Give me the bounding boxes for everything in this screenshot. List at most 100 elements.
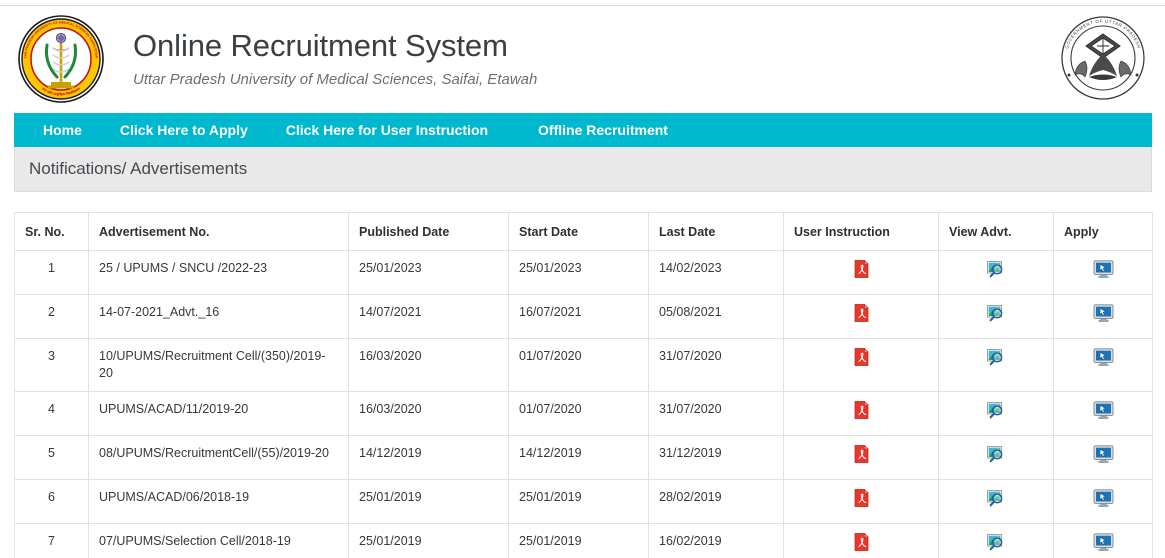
main-navigation[interactable]: Home Click Here to Apply Click Here for … xyxy=(14,113,1152,147)
column-header-start-date: Start Date xyxy=(508,212,649,251)
nav-item-click-here-for-user-instruction[interactable]: Click Here for User Instruction xyxy=(273,113,501,147)
government-of-uttar-pradesh-emblem: GOVERNMENT OF UTTAR PRADESH xyxy=(1059,13,1147,103)
cell-sr-no: 2 xyxy=(14,294,89,339)
monitor-apply-icon[interactable] xyxy=(1093,401,1114,419)
pdf-icon[interactable] xyxy=(854,303,869,322)
monitor-apply-icon[interactable] xyxy=(1093,348,1114,366)
cell-advertisement-no: 08/UPUMS/RecruitmentCell/(55)/2019-20 xyxy=(88,435,349,480)
notifications-section-bar: Notifications/ Advertisements xyxy=(14,147,1152,192)
view-magnifier-icon[interactable] xyxy=(986,489,1006,508)
table-row: 4 UPUMS/ACAD/11/2019-20 16/03/2020 01/07/20… xyxy=(14,391,1153,436)
cell-view-advt[interactable] xyxy=(938,523,1054,558)
cell-apply[interactable] xyxy=(1053,435,1153,480)
column-header-user-instruction: User Instruction xyxy=(783,212,939,251)
cell-last-date: 28/02/2019 xyxy=(648,479,784,524)
notifications-heading: Notifications/ Advertisements xyxy=(29,159,248,178)
advertisements-table: Sr. No. Advertisement No. Published Date… xyxy=(14,212,1153,558)
cell-view-advt[interactable] xyxy=(938,479,1054,524)
monitor-apply-icon[interactable] xyxy=(1093,489,1114,507)
cell-view-advt[interactable] xyxy=(938,391,1054,436)
cell-sr-no: 5 xyxy=(14,435,89,480)
cell-start-date: 01/07/2020 xyxy=(508,391,649,436)
table-body: 1 25 / UPUMS / SNCU /2022-23 25/01/2023 25/… xyxy=(14,250,1153,558)
view-magnifier-icon[interactable] xyxy=(986,260,1006,279)
page-title: Online Recruitment System xyxy=(133,28,508,63)
cell-advertisement-no: UPUMS/ACAD/06/2018-19 xyxy=(88,479,349,524)
cell-user-instruction[interactable] xyxy=(783,250,939,295)
view-magnifier-icon[interactable] xyxy=(986,401,1006,420)
table-row: 3 10/UPUMS/Recruitment Cell/(350)/2019-20… xyxy=(14,338,1153,392)
nav-item-offline-recruitment[interactable]: Offline Recruitment xyxy=(525,113,681,147)
view-magnifier-icon[interactable] xyxy=(986,348,1006,367)
cell-apply[interactable] xyxy=(1053,294,1153,339)
cell-last-date: 31/07/2020 xyxy=(648,338,784,392)
nav-item-home[interactable]: Home xyxy=(30,113,95,147)
nav-item-click-here-to-apply[interactable]: Click Here to Apply xyxy=(107,113,261,147)
cell-last-date: 16/02/2019 xyxy=(648,523,784,558)
cell-published-date: 16/03/2020 xyxy=(348,338,509,392)
cell-sr-no: 3 xyxy=(14,338,89,392)
monitor-apply-icon[interactable] xyxy=(1093,304,1114,322)
upums-university-seal-logo: UTTAR PRADESH UNIVERSITY OF MEDICAL SCIE… xyxy=(17,15,105,103)
table-row: 6 UPUMS/ACAD/06/2018-19 25/01/2019 25/01/20… xyxy=(14,479,1153,524)
cell-apply[interactable] xyxy=(1053,338,1153,392)
cell-user-instruction[interactable] xyxy=(783,479,939,524)
cell-start-date: 16/07/2021 xyxy=(508,294,649,339)
view-magnifier-icon[interactable] xyxy=(986,533,1006,552)
cell-last-date: 31/12/2019 xyxy=(648,435,784,480)
cell-advertisement-no: 14-07-2021_Advt._16 xyxy=(88,294,349,339)
cell-view-advt[interactable] xyxy=(938,250,1054,295)
cell-user-instruction[interactable] xyxy=(783,294,939,339)
cell-apply[interactable] xyxy=(1053,250,1153,295)
page-root: UTTAR PRADESH UNIVERSITY OF MEDICAL SCIE… xyxy=(0,0,1165,558)
cell-published-date: 14/07/2021 xyxy=(348,294,509,339)
cell-sr-no: 1 xyxy=(14,250,89,295)
advertisements-table-container: Sr. No. Advertisement No. Published Date… xyxy=(14,212,1153,558)
pdf-icon[interactable] xyxy=(854,532,869,551)
pdf-icon[interactable] xyxy=(854,347,869,366)
cell-advertisement-no: UPUMS/ACAD/11/2019-20 xyxy=(88,391,349,436)
cell-apply[interactable] xyxy=(1053,391,1153,436)
cell-user-instruction[interactable] xyxy=(783,523,939,558)
cell-advertisement-no: 25 / UPUMS / SNCU /2022-23 xyxy=(88,250,349,295)
column-header-published-date: Published Date xyxy=(348,212,509,251)
pdf-icon[interactable] xyxy=(854,259,869,278)
cell-published-date: 14/12/2019 xyxy=(348,435,509,480)
header-text-block: Online Recruitment System Uttar Pradesh … xyxy=(133,26,537,91)
column-header-apply: Apply xyxy=(1053,212,1153,251)
monitor-apply-icon[interactable] xyxy=(1093,260,1114,278)
cell-user-instruction[interactable] xyxy=(783,338,939,392)
cell-view-advt[interactable] xyxy=(938,294,1054,339)
table-header-row: Sr. No. Advertisement No. Published Date… xyxy=(14,212,1153,251)
cell-view-advt[interactable] xyxy=(938,338,1054,392)
table-row: 5 08/UPUMS/RecruitmentCell/(55)/2019-20 14… xyxy=(14,435,1153,480)
pdf-icon[interactable] xyxy=(854,444,869,463)
cell-start-date: 25/01/2019 xyxy=(508,523,649,558)
cell-apply[interactable] xyxy=(1053,479,1153,524)
monitor-apply-icon[interactable] xyxy=(1093,445,1114,463)
cell-published-date: 25/01/2019 xyxy=(348,523,509,558)
view-magnifier-icon[interactable] xyxy=(986,304,1006,323)
pdf-icon[interactable] xyxy=(854,488,869,507)
cell-start-date: 25/01/2019 xyxy=(508,479,649,524)
cell-published-date: 25/01/2023 xyxy=(348,250,509,295)
cell-last-date: 14/02/2023 xyxy=(648,250,784,295)
table-row: 2 14-07-2021_Advt._16 14/07/2021 16/07/2021… xyxy=(14,294,1153,339)
table-row: 1 25 / UPUMS / SNCU /2022-23 25/01/2023 25/… xyxy=(14,250,1153,295)
view-magnifier-icon[interactable] xyxy=(986,445,1006,464)
cell-published-date: 25/01/2019 xyxy=(348,479,509,524)
monitor-apply-icon[interactable] xyxy=(1093,533,1114,551)
column-header-view-advt: View Advt. xyxy=(938,212,1054,251)
cell-apply[interactable] xyxy=(1053,523,1153,558)
cell-user-instruction[interactable] xyxy=(783,391,939,436)
cell-user-instruction[interactable] xyxy=(783,435,939,480)
pdf-icon[interactable] xyxy=(854,400,869,419)
column-header-sr-no: Sr. No. xyxy=(14,212,89,251)
cell-view-advt[interactable] xyxy=(938,435,1054,480)
cell-advertisement-no: 10/UPUMS/Recruitment Cell/(350)/2019-20 xyxy=(88,338,349,392)
cell-start-date: 25/01/2023 xyxy=(508,250,649,295)
cell-sr-no: 7 xyxy=(14,523,89,558)
cell-last-date: 05/08/2021 xyxy=(648,294,784,339)
column-header-advertisement-no: Advertisement No. xyxy=(88,212,349,251)
cell-sr-no: 6 xyxy=(14,479,89,524)
